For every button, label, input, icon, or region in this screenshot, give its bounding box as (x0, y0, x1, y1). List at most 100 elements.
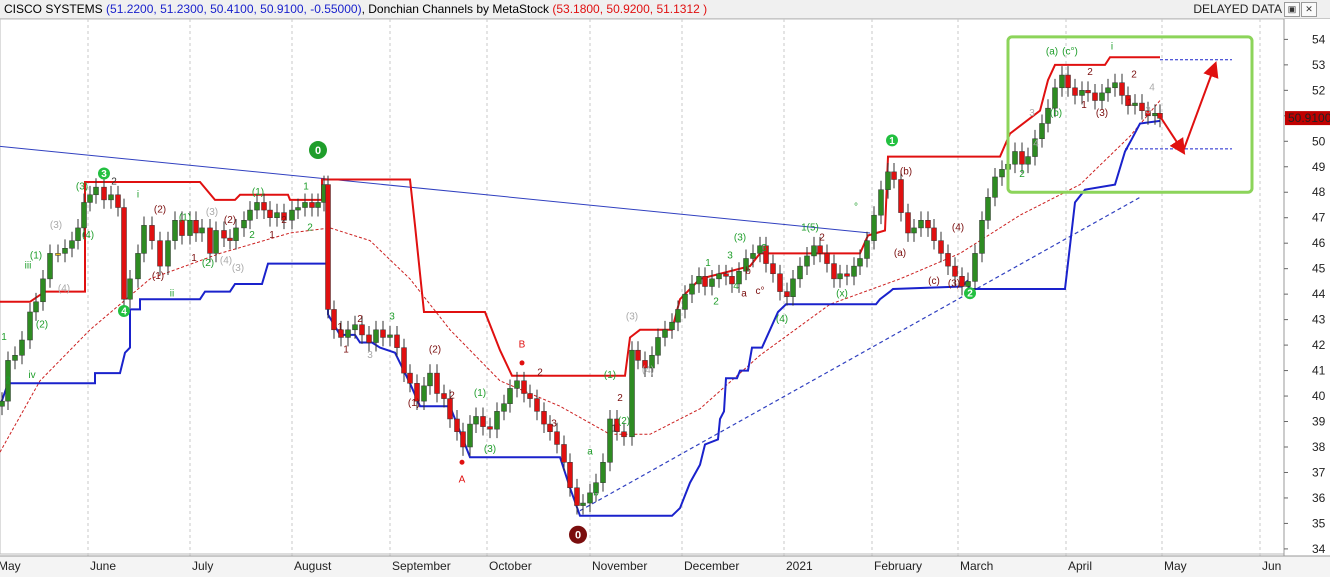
candle-body (770, 263, 776, 275)
candle-body (427, 372, 433, 387)
candle-body (108, 194, 114, 201)
candle-body (1039, 123, 1045, 139)
candle-body (1072, 87, 1078, 96)
candle-body (655, 337, 661, 356)
candle-body (580, 502, 586, 506)
price-tick-label: 36 (1312, 491, 1326, 505)
price-tick-label: 46 (1312, 236, 1326, 250)
wave-badge-label: 2 (967, 289, 973, 300)
candle-body (221, 230, 227, 239)
wave-label: 3 (761, 243, 767, 254)
wave-label: (c°) (1062, 47, 1078, 58)
candle-body (797, 265, 803, 280)
wave-label: a (741, 289, 747, 300)
wave-label: 1 (337, 322, 343, 333)
candle-body (193, 220, 199, 234)
wave-label: (3) (626, 312, 638, 323)
wave-label: 2 (537, 368, 543, 379)
candle-body (844, 273, 850, 277)
wave-label: 4 (733, 281, 739, 292)
candle-body (1132, 102, 1138, 106)
candle-body (514, 380, 520, 389)
price-tick-label: 53 (1312, 58, 1326, 72)
wave-label: (3) (734, 233, 746, 244)
wave-label: (4) (642, 365, 654, 376)
candle-body (1099, 92, 1105, 101)
candle-body (952, 265, 958, 277)
wave-label: 2 (819, 233, 825, 244)
wave-label: (2) (224, 215, 236, 226)
candle-body (62, 248, 68, 254)
candle-body (824, 253, 830, 264)
price-tick-label: 38 (1312, 440, 1326, 454)
date-axis: May June July August September October Novembe… (0, 555, 1330, 577)
candle-body (460, 431, 466, 448)
candle-body (254, 202, 260, 211)
candle-body (587, 492, 593, 504)
candle-body (790, 278, 796, 297)
wave-label: (2) (429, 345, 441, 356)
wave-zero-label: 0 (315, 145, 321, 157)
month-label: May (1164, 559, 1187, 573)
candle-body (309, 202, 315, 208)
price-axis: 3435363738394041424344454647484950515253… (1283, 19, 1330, 577)
candle-body (467, 423, 473, 448)
candle-body (1012, 151, 1018, 165)
wave-label: 2 (1131, 70, 1137, 81)
candle-body (992, 176, 998, 198)
wave-label: (3) (206, 207, 218, 218)
wave-label: 1 (1, 332, 7, 343)
candle-body (345, 329, 351, 338)
symbol-name: CISCO SYSTEMS (4, 2, 103, 16)
wave-label: ° (854, 202, 858, 213)
month-label: September (392, 559, 451, 573)
chart-title: CISCO SYSTEMS (51.2200, 51.2300, 50.4100… (4, 2, 707, 16)
month-label: June (90, 559, 116, 573)
candle-body (527, 393, 533, 399)
candle-body (501, 403, 507, 412)
wave-label: (a) (894, 248, 906, 259)
candle-body (1105, 87, 1111, 94)
candle-body (898, 179, 904, 213)
candle-body (554, 431, 560, 445)
wave-label: (3) (76, 182, 88, 193)
candle-body (911, 227, 917, 234)
wave-label: iii (25, 261, 32, 272)
candle-body (1119, 82, 1125, 96)
candle-body (521, 380, 527, 394)
wave-label: 2 (281, 215, 287, 226)
candle-body (1085, 90, 1091, 94)
candle-body (473, 416, 479, 425)
wave-label: (2) (36, 319, 48, 330)
price-chart[interactable]: 00324(3)(4)(3)(4)iii(1)(2)12 iviii(1)(2)(… (0, 19, 1330, 577)
candle-body (696, 276, 702, 285)
candle-body (1079, 90, 1085, 96)
candle-body (394, 334, 400, 348)
candle-body (387, 334, 393, 338)
ohlc-values: (51.2200, 51.2300, 50.4100, 50.9100, -0.… (106, 2, 362, 16)
close-window-icon[interactable]: ✕ (1301, 2, 1317, 17)
wave-label: (4) (952, 222, 964, 233)
candle-body (454, 418, 460, 432)
candle-body (1052, 87, 1058, 109)
candle-body (804, 255, 810, 267)
candle-body (149, 225, 155, 241)
wave-label: (1) (474, 388, 486, 399)
wave-label: (3) (948, 279, 960, 290)
candle-body (207, 227, 213, 254)
candle-body (359, 324, 365, 336)
candle-body (247, 209, 253, 221)
candle-body (750, 253, 756, 259)
candle-body (878, 189, 884, 216)
price-tick-label: 41 (1312, 364, 1326, 378)
candle-body (689, 283, 695, 295)
wave-label: (3) (232, 263, 244, 274)
candle-body (972, 253, 978, 282)
price-tick-label: 52 (1312, 83, 1326, 97)
wave-label: i (137, 189, 139, 200)
candle-body (141, 225, 147, 254)
price-tick-label: 50 (1312, 134, 1326, 148)
price-tick-label: 45 (1312, 262, 1326, 276)
candle-body (274, 212, 280, 218)
restore-window-icon[interactable]: ▣ (1284, 2, 1300, 17)
